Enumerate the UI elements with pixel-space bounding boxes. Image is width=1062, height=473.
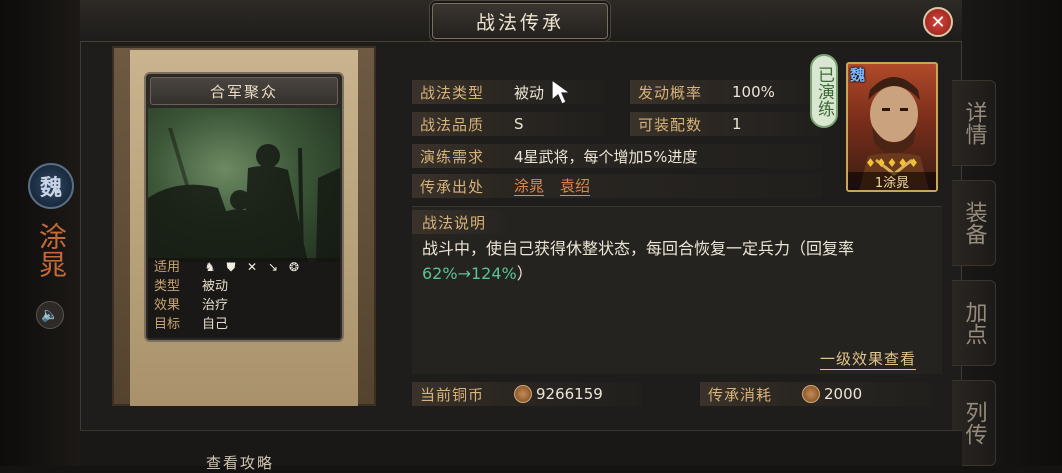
description-highlight: 62%→124%	[422, 264, 517, 283]
card-row-target: 目标 自己	[148, 315, 340, 334]
tab-label: 列传	[961, 401, 987, 445]
window-title: 战法传承	[432, 3, 608, 39]
mouse-cursor-icon	[551, 78, 572, 105]
field-equip-count: 可装配数 1	[630, 112, 822, 136]
field-value: 2000	[792, 382, 932, 406]
description-end: ）	[516, 264, 533, 283]
drilled-tag-text: 已演练	[814, 65, 834, 117]
description-label: 战法说明	[412, 210, 508, 234]
field-label: 当前铜币	[412, 382, 504, 406]
field-label: 传承出处	[412, 174, 504, 198]
field-drill-requirement: 演练需求 4星武将，每个增加5%进度	[412, 144, 822, 168]
field-inherit-cost: 传承消耗 2000	[700, 382, 932, 406]
card-row-key: 类型	[154, 279, 181, 294]
level-one-effect-link[interactable]: 一级效果查看	[820, 348, 917, 370]
origin-link[interactable]: 袁绍	[560, 177, 591, 196]
speaker-icon[interactable]: 🔈	[36, 301, 64, 329]
origin-values: 涂晁 袁绍	[504, 174, 822, 198]
view-guide-link[interactable]: 查看攻略	[206, 452, 274, 473]
description-main: 战斗中，使自己获得休整状态，每回合恢复一定兵力（回复率	[422, 239, 855, 258]
spear-icon: ↘	[267, 260, 279, 274]
card-row-value: 治疗	[202, 298, 229, 313]
tab-label: 装备	[961, 201, 987, 245]
copper-coin-icon	[514, 385, 532, 403]
skill-card-info: 适用 ♞ ⛊ ✕ ↘ ❂ 类型 被动 效果 治疗 目标 自己	[148, 258, 340, 338]
kingdom-badge: 魏	[28, 163, 74, 209]
card-row-key: 适用	[154, 260, 181, 275]
portrait-stars: ♦♦♦♦♦	[865, 156, 919, 170]
field-value: 100%	[722, 80, 822, 104]
field-value: S	[504, 112, 604, 136]
tab-details[interactable]: 详情	[952, 80, 996, 166]
field-label: 演练需求	[412, 144, 504, 168]
inherit-cost-value: 2000	[824, 385, 863, 403]
field-skill-quality: 战法品质 S	[412, 112, 604, 136]
archer-icon: ✕	[246, 260, 258, 274]
portrait-kingdom: 魏	[850, 66, 866, 84]
card-row-value: 自己	[202, 317, 229, 332]
shield-icon: ⛊	[226, 260, 236, 274]
tab-points[interactable]: 加点	[952, 280, 996, 366]
card-row-effect: 效果 治疗	[148, 296, 340, 315]
field-origin: 传承出处 涂晁 袁绍	[412, 174, 822, 198]
tab-label: 加点	[961, 301, 987, 345]
skill-card-art	[148, 108, 340, 262]
hero-name-vertical: 涂晁	[35, 222, 68, 278]
skill-card-title: 合军聚众	[150, 77, 338, 105]
card-row-key: 目标	[154, 317, 181, 332]
soldiers-silhouette-icon	[148, 128, 340, 262]
field-value: 1	[722, 112, 822, 136]
card-row-value: 被动	[202, 279, 229, 294]
field-label: 发动概率	[630, 80, 722, 104]
cavalry-icon: ♞	[204, 260, 216, 274]
drilled-tag: 已演练	[810, 54, 838, 128]
close-button[interactable]: ✕	[923, 7, 953, 37]
card-row-key: 效果	[154, 298, 181, 313]
copper-coin-icon	[802, 385, 820, 403]
description-text: 战斗中，使自己获得休整状态，每回合恢复一定兵力（回复率 62%→124%）	[422, 236, 922, 286]
tab-label: 详情	[961, 101, 987, 145]
field-current-copper: 当前铜币 9266159	[412, 382, 642, 406]
field-trigger-rate: 发动概率 100%	[630, 80, 822, 104]
field-value: 9266159	[504, 382, 642, 406]
portrait-name: 1涂晁	[848, 172, 936, 191]
tab-equipment[interactable]: 装备	[952, 180, 996, 266]
card-row-suitable: 适用 ♞ ⛊ ✕ ↘ ❂	[148, 258, 340, 277]
wheel-icon: ❂	[288, 260, 300, 274]
origin-link[interactable]: 涂晁	[514, 177, 545, 196]
field-label: 战法品质	[412, 112, 504, 136]
field-label: 传承消耗	[700, 382, 792, 406]
field-value: 4星武将，每个增加5%进度	[504, 144, 822, 168]
field-label: 可装配数	[630, 112, 722, 136]
field-label: 战法类型	[412, 80, 504, 104]
card-row-type: 类型 被动	[148, 277, 340, 296]
current-copper-value: 9266159	[536, 385, 603, 403]
